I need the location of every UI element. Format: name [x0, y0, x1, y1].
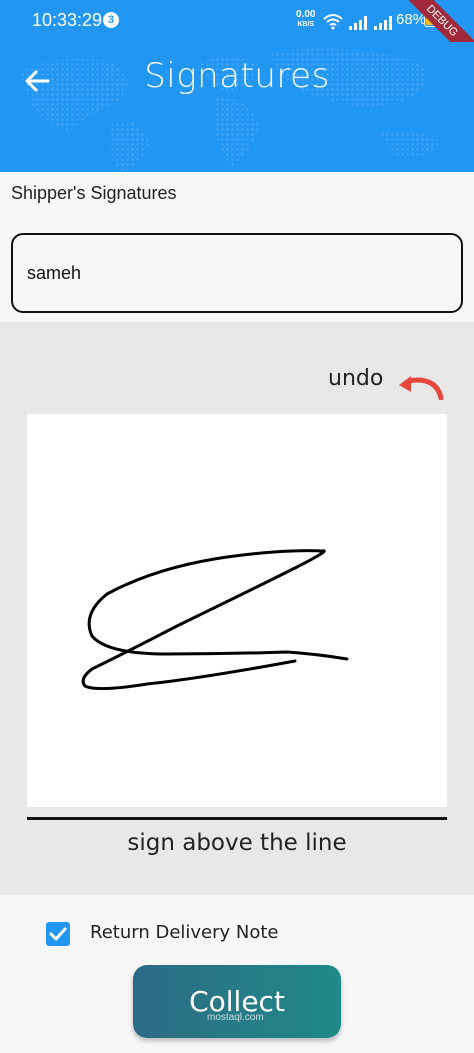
signal-icons	[323, 14, 392, 30]
undo-icon[interactable]	[397, 372, 445, 400]
shipper-name-input[interactable]	[11, 233, 463, 313]
return-note-label[interactable]: Return Delivery Note	[90, 922, 279, 943]
signature-canvas[interactable]	[27, 414, 447, 807]
undo-label[interactable]: undo	[328, 366, 383, 391]
network-speed-unit: KB/S	[297, 21, 315, 28]
check-icon	[49, 927, 67, 941]
status-time: 10:33:29	[32, 10, 103, 30]
signature-baseline	[27, 817, 447, 820]
network-speed: 0.00 KB/S	[296, 10, 315, 30]
cell-signal-icon	[349, 16, 392, 30]
watermark: mostaql.com	[207, 1012, 264, 1023]
wifi-icon	[323, 14, 343, 30]
signature-stroke	[81, 549, 349, 691]
notification-badge: 3	[103, 12, 119, 28]
signature-hint: sign above the line	[127, 830, 347, 856]
return-note-checkbox[interactable]	[46, 922, 70, 946]
status-bar: 10:33:29 3 0.00 KB/S 68% DEBUG	[0, 0, 474, 70]
app-bar: Signatures	[0, 42, 474, 172]
network-speed-value: 0.00	[296, 9, 316, 20]
page-title: Signatures	[144, 56, 330, 96]
section-label: Shipper's Signatures	[11, 183, 177, 203]
collect-button[interactable]: Collect	[133, 965, 341, 1038]
